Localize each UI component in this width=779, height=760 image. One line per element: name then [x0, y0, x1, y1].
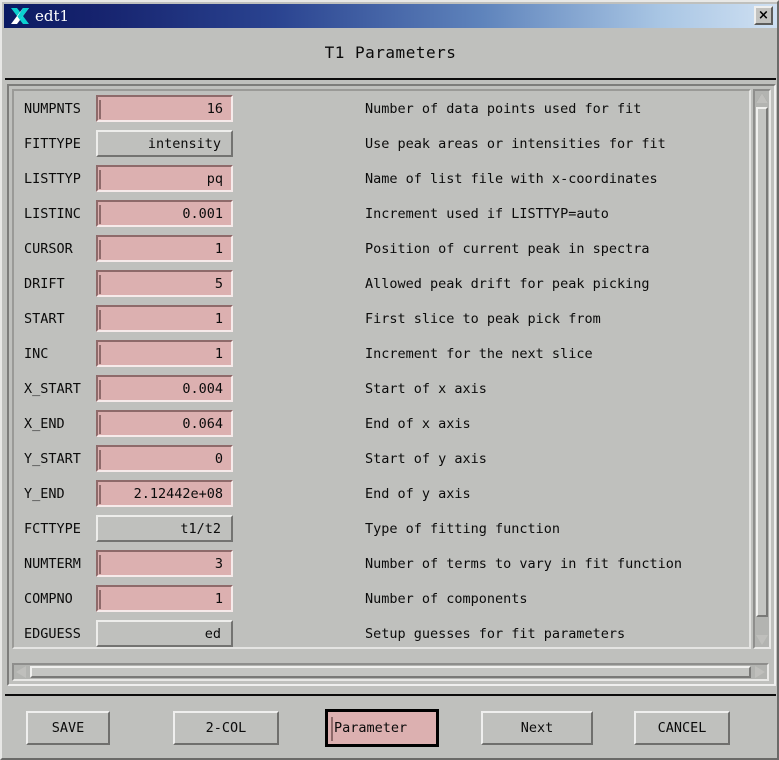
- parameter-description: End of x axis: [365, 415, 471, 432]
- parameter-description: Type of fitting function: [365, 520, 561, 537]
- close-glyph: ×: [758, 8, 769, 23]
- parameter-description: Start of x axis: [365, 380, 487, 397]
- parameter-label: START: [24, 310, 65, 327]
- parameter-row: CURSOR 1 Position of current peak in spect…: [14, 231, 749, 266]
- parameter-row: Y_END 2.12442e+08 End of y axis: [14, 476, 749, 511]
- button-bar: SAVE 2-COL Parameter Next CANCEL: [4, 698, 777, 758]
- parameter-description: Increment for the next slice: [365, 345, 593, 362]
- parameter-label: NUMPNTS: [24, 100, 81, 117]
- parameter-row: INC 1 Increment for the next slice: [14, 336, 749, 371]
- close-icon[interactable]: ×: [754, 6, 773, 25]
- parameter-description: Start of y axis: [365, 450, 487, 467]
- parameter-row: NUMTERM 3 Number of terms to vary in fit f…: [14, 546, 749, 581]
- parameter-row: FCTTYPE t1/t2 Type of fitting function: [14, 511, 749, 546]
- parameter-description: Number of terms to vary in fit function: [365, 555, 682, 572]
- window-title: edt1: [35, 7, 70, 25]
- parameter-rows: NUMPNTS 16 Number of data points used for …: [14, 91, 749, 647]
- parameter-label: Y_START: [24, 450, 81, 467]
- window-titlebar: edt1 ×: [4, 4, 777, 28]
- parameter-row: X_END 0.064 End of x axis: [14, 406, 749, 441]
- parameter-description: Allowed peak drift for peak picking: [365, 275, 650, 292]
- parameter-value-input[interactable]: 1: [96, 340, 233, 367]
- parameter-option-button[interactable]: intensity: [96, 130, 233, 157]
- parameter-row: NUMPNTS 16 Number of data points used for …: [14, 91, 749, 126]
- parameter-value-input[interactable]: 0: [96, 445, 233, 472]
- vertical-scrollbar[interactable]: [753, 89, 771, 649]
- parameter-value-input[interactable]: 0.004: [96, 375, 233, 402]
- parameter-value-input[interactable]: 0.064: [96, 410, 233, 437]
- two-col-button[interactable]: 2-COL: [173, 711, 279, 745]
- parameter-description: First slice to peak pick from: [365, 310, 601, 327]
- parameter-label: LISTTYP: [24, 170, 81, 187]
- parameter-label: X_START: [24, 380, 81, 397]
- parameter-label: X_END: [24, 415, 65, 432]
- horizontal-scrollbar[interactable]: [12, 663, 769, 681]
- save-button[interactable]: SAVE: [26, 711, 110, 745]
- parameter-label: DRIFT: [24, 275, 65, 292]
- parameter-value-input[interactable]: 5: [96, 270, 233, 297]
- footer-divider: [5, 694, 776, 696]
- scroll-up-icon[interactable]: [755, 91, 769, 105]
- scroll-right-icon[interactable]: [753, 665, 767, 679]
- parameter-row: LISTTYP pq Name of list file with x-coordi…: [14, 161, 749, 196]
- parameter-label: LISTINC: [24, 205, 81, 222]
- parameter-label: EDGUESS: [24, 625, 81, 642]
- parameter-option-button[interactable]: t1/t2: [96, 515, 233, 542]
- parameter-row: COMPNO 1 Number of components: [14, 581, 749, 616]
- next-button[interactable]: Next: [481, 711, 593, 745]
- parameter-label: NUMTERM: [24, 555, 81, 572]
- parameter-label: CURSOR: [24, 240, 73, 257]
- parameter-description: Name of list file with x-coordinates: [365, 170, 658, 187]
- parameter-value-input[interactable]: pq: [96, 165, 233, 192]
- dialog-header: T1 Parameters: [4, 28, 777, 76]
- parameter-row: Y_START 0 Start of y axis: [14, 441, 749, 476]
- parameter-label: FITTYPE: [24, 135, 81, 152]
- parameter-label: COMPNO: [24, 590, 73, 607]
- parameter-row: EDGUESS ed Setup guesses for fit parameter…: [14, 616, 749, 647]
- vertical-scroll-thumb[interactable]: [756, 107, 768, 617]
- horizontal-scroll-thumb[interactable]: [30, 666, 751, 678]
- parameter-label: FCTTYPE: [24, 520, 81, 537]
- parameter-row: FITTYPE intensity Use peak areas or intens…: [14, 126, 749, 161]
- parameter-value-input[interactable]: 0.001: [96, 200, 233, 227]
- parameter-row: DRIFT 5 Allowed peak drift for peak pickin…: [14, 266, 749, 301]
- parameter-row: LISTINC 0.001 Increment used if LISTTYP=au…: [14, 196, 749, 231]
- parameter-option-button[interactable]: ed: [96, 620, 233, 647]
- parameter-description: Use peak areas or intensities for fit: [365, 135, 666, 152]
- parameters-panel: NUMPNTS 16 Number of data points used for …: [7, 84, 776, 686]
- parameter-description: Increment used if LISTTYP=auto: [365, 205, 609, 222]
- x11-logo-icon: [10, 7, 30, 25]
- parameter-description: End of y axis: [365, 485, 471, 502]
- parameter-value-input[interactable]: 1: [96, 585, 233, 612]
- parameter-value-input[interactable]: 1: [96, 305, 233, 332]
- parameter-value-input[interactable]: 1: [96, 235, 233, 262]
- parameter-description: Number of components: [365, 590, 528, 607]
- page-title: T1 Parameters: [324, 42, 457, 62]
- parameter-value-input[interactable]: 3: [96, 550, 233, 577]
- parameter-description: Number of data points used for fit: [365, 100, 642, 117]
- parameter-input[interactable]: Parameter: [325, 709, 439, 747]
- parameter-value-input[interactable]: 2.12442e+08: [96, 480, 233, 507]
- parameter-label: Y_END: [24, 485, 65, 502]
- parameter-description: Position of current peak in spectra: [365, 240, 650, 257]
- parameter-label: INC: [24, 345, 49, 362]
- edt1-window: edt1 × T1 Parameters NUMPNTS 16 Number of …: [0, 0, 779, 760]
- cancel-button[interactable]: CANCEL: [634, 711, 730, 745]
- scroll-down-icon[interactable]: [755, 633, 769, 647]
- parameters-scroll-area: NUMPNTS 16 Number of data points used for …: [12, 89, 751, 649]
- parameter-row: X_START 0.004 Start of x axis: [14, 371, 749, 406]
- parameter-description: Setup guesses for fit parameters: [365, 625, 626, 642]
- header-divider: [5, 78, 776, 80]
- scroll-left-icon[interactable]: [14, 665, 28, 679]
- parameter-row: START 1 First slice to peak pick from: [14, 301, 749, 336]
- parameter-value-input[interactable]: 16: [96, 95, 233, 122]
